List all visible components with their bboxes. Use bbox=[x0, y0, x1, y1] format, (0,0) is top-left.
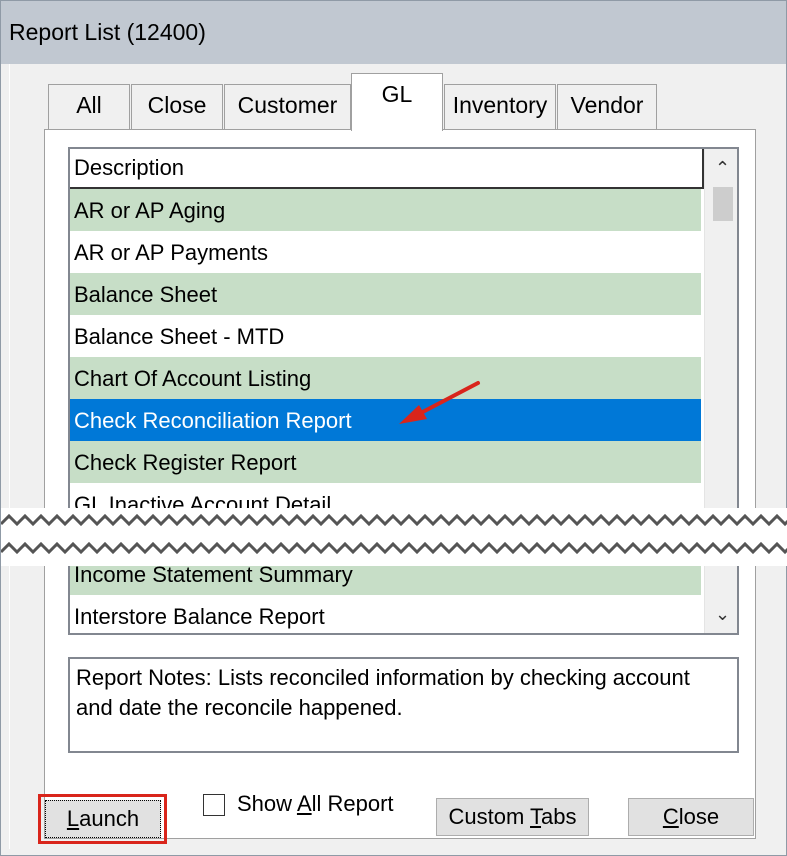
list-item[interactable]: Check Register Report bbox=[70, 441, 701, 483]
tab-gl[interactable]: GL bbox=[351, 73, 443, 131]
tab-gl-label: GL bbox=[381, 81, 413, 107]
tab-customer-label: Customer bbox=[237, 92, 338, 118]
list-item-label: Check Reconciliation Report bbox=[74, 408, 352, 433]
tab-close[interactable]: Close bbox=[131, 84, 223, 130]
tab-all[interactable]: All bbox=[48, 84, 130, 130]
list-item-label: Balance Sheet - MTD bbox=[74, 324, 285, 349]
title-bar: Report List (12400) bbox=[1, 1, 786, 64]
list-item-label: AR or AP Payments bbox=[74, 240, 269, 265]
tab-inventory-label: Inventory bbox=[452, 92, 548, 118]
custom-tabs-label-key: T bbox=[530, 804, 542, 829]
tab-vendor[interactable]: Vendor bbox=[557, 84, 657, 130]
chevron-down-icon[interactable]: ⌄ bbox=[705, 597, 737, 631]
close-button[interactable]: Close bbox=[628, 798, 754, 836]
custom-tabs-label-post: abs bbox=[541, 804, 577, 829]
window-title: Report List (12400) bbox=[9, 19, 206, 45]
custom-tabs-button[interactable]: Custom Tabs bbox=[436, 798, 589, 836]
tab-customer[interactable]: Customer bbox=[224, 84, 351, 130]
list-item[interactable]: Interstore Balance Report bbox=[70, 595, 701, 633]
tab-all-label: All bbox=[76, 92, 102, 118]
tab-inventory[interactable]: Inventory bbox=[444, 84, 556, 130]
custom-tabs-label-pre: Custom bbox=[448, 804, 531, 829]
tab-close-label: Close bbox=[147, 92, 207, 118]
launch-button[interactable]: Launch bbox=[45, 800, 161, 838]
list-item-label: Chart Of Account Listing bbox=[74, 366, 312, 391]
red-arrow-icon bbox=[399, 381, 480, 424]
torn-edge-divider bbox=[1, 508, 787, 566]
list-item-label: Balance Sheet bbox=[74, 282, 218, 307]
list-item-label: Interstore Balance Report bbox=[74, 604, 325, 629]
tab-vendor-label: Vendor bbox=[570, 92, 644, 118]
close-label-post: lose bbox=[678, 804, 720, 829]
list-item[interactable]: AR or AP Aging bbox=[70, 189, 701, 231]
report-notes-box: Report Notes: Lists reconciled informati… bbox=[68, 657, 739, 753]
list-item[interactable]: Balance Sheet - MTD bbox=[70, 315, 701, 357]
chevron-up-icon[interactable]: ⌃ bbox=[705, 151, 737, 185]
show-all-label-key: A bbox=[296, 791, 312, 816]
list-item-label: AR or AP Aging bbox=[74, 198, 226, 223]
close-label-key: C bbox=[662, 804, 679, 829]
show-all-report-checkbox[interactable] bbox=[203, 794, 225, 816]
column-header-description[interactable]: Description bbox=[70, 149, 704, 189]
scrollbar-thumb[interactable] bbox=[713, 187, 733, 221]
report-notes-text: Report Notes: Lists reconciled informati… bbox=[76, 665, 690, 720]
launch-label-post: aunch bbox=[79, 806, 140, 831]
list-item[interactable]: Balance Sheet bbox=[70, 273, 701, 315]
list-item-label: Check Register Report bbox=[74, 450, 297, 475]
report-list-window: Report List (12400) All Close Customer G… bbox=[0, 0, 787, 856]
show-all-label-pre: Show bbox=[237, 791, 297, 816]
show-all-label-post: ll Report bbox=[311, 791, 394, 816]
launch-label-key: L bbox=[66, 806, 80, 831]
show-all-report-label[interactable]: Show All Report bbox=[237, 791, 394, 817]
list-item[interactable]: AR or AP Payments bbox=[70, 231, 701, 273]
